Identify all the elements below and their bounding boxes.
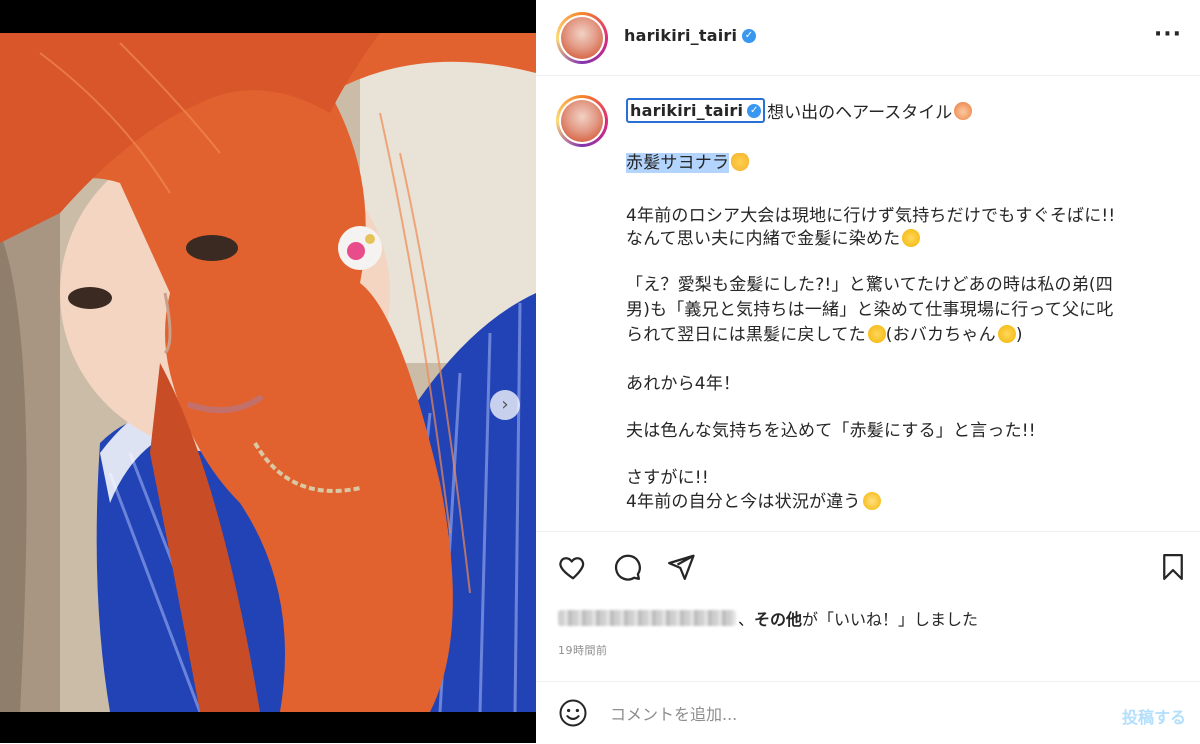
- blurred-liker-username[interactable]: [558, 610, 736, 626]
- waving-hand-emoji-icon: [731, 153, 750, 171]
- more-options-icon[interactable]: ···: [1154, 24, 1182, 46]
- likes-separator: 、: [738, 610, 755, 629]
- likes-others-link[interactable]: その他: [754, 606, 802, 630]
- post-details-panel: harikiri_tairi ✓ ··· harikiri_tairi ✓ 想い…: [536, 0, 1200, 743]
- rofl-emoji-icon: [997, 325, 1016, 343]
- smiley-icon[interactable]: [558, 698, 588, 728]
- caption-line: 「え？愛梨も金髪にした?!」と驚いてたけどあの時は私の弟(四: [626, 275, 1113, 295]
- caption-username[interactable]: harikiri_tairi: [630, 101, 743, 120]
- caption-line: あれから4年！: [626, 374, 741, 394]
- caption-username-selected[interactable]: harikiri_tairi ✓: [626, 98, 766, 123]
- post-comment-button[interactable]: 投稿する: [1122, 704, 1186, 728]
- caption-line: られて翌日には黒髪に戻してた: [626, 325, 866, 345]
- caption-line: 夫は色んな気持ちを込めて「赤髪にする」と言った!!: [626, 421, 1036, 441]
- person-emoji-icon: [954, 101, 973, 120]
- caption-first-line: 想い出のヘアースタイル: [767, 103, 953, 123]
- caption-line: なんて思い夫に内緒で金髪に染めた: [626, 229, 901, 249]
- post-header: harikiri_tairi ✓ ···: [536, 0, 1200, 76]
- author-avatar[interactable]: [556, 12, 608, 64]
- caption-line: さすがに!!: [626, 468, 709, 488]
- avatar-image: [561, 17, 603, 59]
- sweat-smile-emoji-icon: [902, 229, 921, 247]
- likes-suffix: が「いいね！」しました: [802, 610, 979, 629]
- caption-line: (おバカちゃん: [885, 325, 996, 345]
- share-icon[interactable]: [666, 552, 696, 582]
- avatar-image: [561, 100, 603, 142]
- post-media: ›: [0, 0, 536, 743]
- bookmark-icon[interactable]: [1158, 552, 1188, 582]
- tears-of-joy-emoji-icon: [867, 325, 886, 343]
- comment-box: 投稿する: [536, 681, 1200, 744]
- caption-line: 4年前のロシア大会は現地に行けず気持ちだけでもすぐそばに!!: [626, 206, 1116, 226]
- comment-input[interactable]: [608, 700, 1092, 728]
- verified-badge-icon: ✓: [747, 103, 762, 118]
- selfie-illustration: [0, 33, 536, 712]
- caption-line: 4年前の自分と今は状況が違う: [626, 492, 861, 512]
- post-photo[interactable]: ›: [0, 33, 536, 712]
- heart-icon[interactable]: [558, 552, 588, 582]
- caption-line: ): [1015, 325, 1023, 345]
- crying-face-emoji-icon: [862, 492, 881, 510]
- post-actions: 、 その他 が「いいね！」しました 19時間前: [536, 531, 1200, 682]
- caption-author-avatar[interactable]: [556, 95, 608, 147]
- caption-highlighted-text: 赤髪サヨナラ: [626, 153, 730, 173]
- comment-icon[interactable]: [612, 552, 642, 582]
- post-timestamp[interactable]: 19時間前: [558, 642, 608, 658]
- verified-badge-icon: ✓: [742, 29, 756, 43]
- next-photo-button[interactable]: ›: [490, 390, 520, 420]
- author-username[interactable]: harikiri_tairi: [624, 26, 737, 45]
- caption-line: 男)も「義兄と気持ちは一緒」と染めて仕事現場に行って父に叱: [626, 300, 1114, 320]
- likes-summary: 、 その他 が「いいね！」しました: [558, 606, 978, 630]
